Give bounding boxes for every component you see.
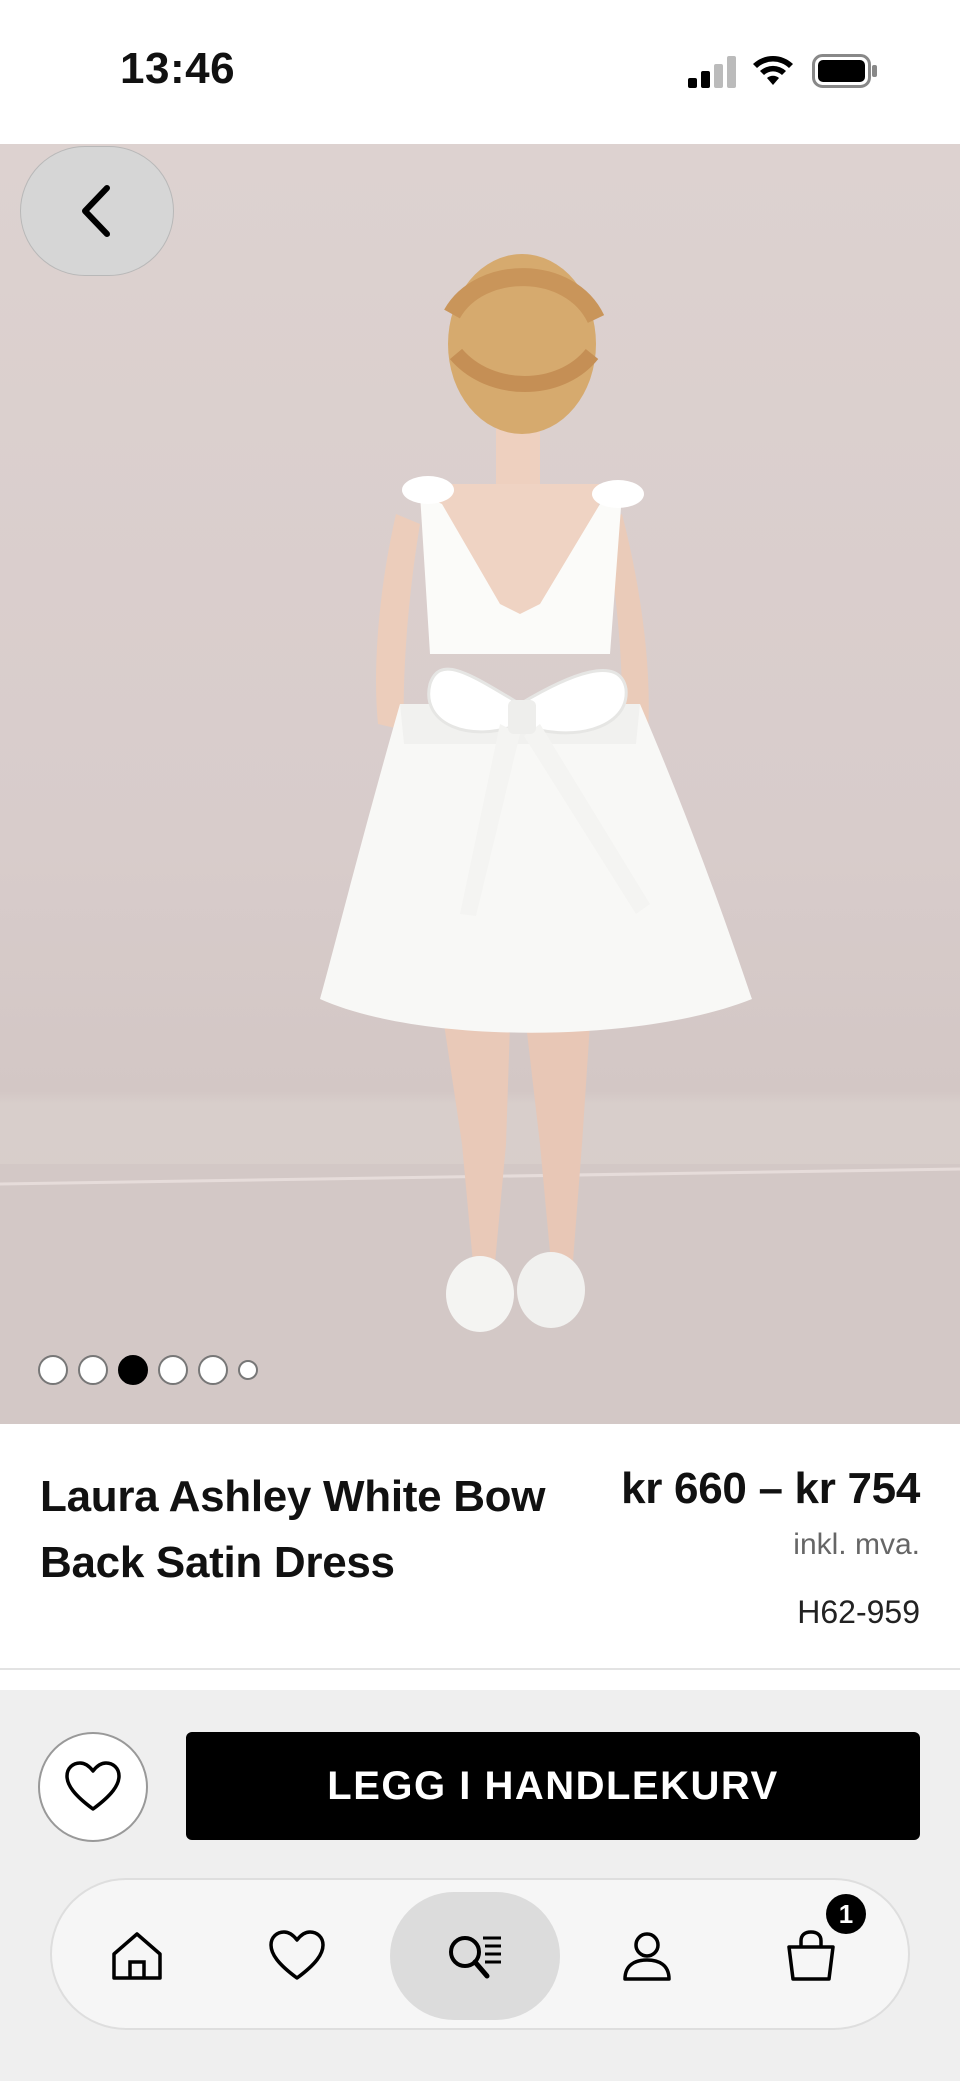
vat-note: inkl. mva. xyxy=(793,1528,920,1561)
status-bar: 13:46 xyxy=(0,0,960,144)
product-photo xyxy=(0,254,960,1424)
product-title: Laura Ashley White Bow Back Satin Dress xyxy=(40,1472,546,1587)
battery-icon xyxy=(812,54,877,88)
product-price: kr 660 – kr 754 xyxy=(621,1464,920,1513)
tab-search[interactable] xyxy=(390,1892,560,2020)
tab-cart[interactable] xyxy=(726,1892,896,2020)
gallery-dot[interactable] xyxy=(38,1355,68,1385)
shopping-bag-icon xyxy=(787,1930,835,1981)
bottom-tab-bar xyxy=(50,1878,910,2030)
tab-wishlist[interactable] xyxy=(212,1892,382,2020)
search-list-icon xyxy=(449,1936,501,1979)
product-image[interactable] xyxy=(0,144,960,1424)
gallery-dot[interactable] xyxy=(158,1355,188,1385)
home-icon xyxy=(112,1932,162,1980)
heart-icon xyxy=(269,1930,325,1980)
gallery-dot-active[interactable] xyxy=(118,1355,148,1385)
divider xyxy=(0,1668,960,1670)
product-sku: H62-959 xyxy=(797,1594,920,1630)
product-info: Laura Ashley White Bow Back Satin Dress … xyxy=(0,1424,960,1670)
back-button[interactable] xyxy=(20,146,174,276)
gallery-dot[interactable] xyxy=(78,1355,108,1385)
cellular-signal-icon xyxy=(688,56,736,88)
gallery-dot[interactable] xyxy=(238,1360,258,1380)
wifi-icon xyxy=(753,56,793,85)
tab-account[interactable] xyxy=(562,1892,732,2020)
chevron-left-icon xyxy=(82,185,110,237)
gallery-pagination xyxy=(38,1354,258,1386)
user-icon xyxy=(623,1932,671,1981)
add-to-cart-button[interactable]: LEGG I HANDLEKURV xyxy=(186,1732,920,1840)
tab-home[interactable] xyxy=(52,1892,222,2020)
heart-icon xyxy=(65,1761,121,1811)
wishlist-button[interactable] xyxy=(38,1732,148,1842)
cart-count-badge: 1 xyxy=(826,1894,866,1934)
status-time: 13:46 xyxy=(120,44,236,93)
gallery-dot[interactable] xyxy=(198,1355,228,1385)
